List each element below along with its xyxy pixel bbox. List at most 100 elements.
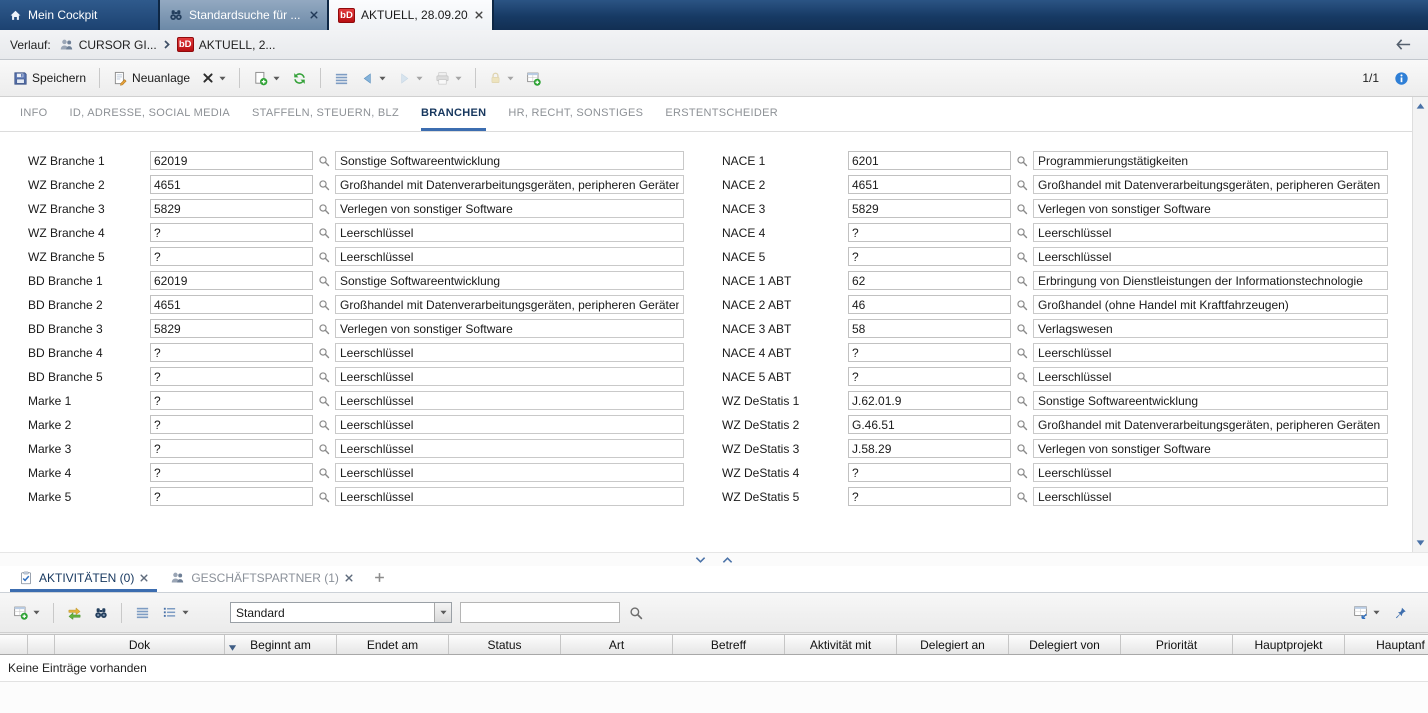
lookup-icon[interactable] bbox=[1015, 443, 1029, 455]
lookup-icon[interactable] bbox=[317, 227, 331, 239]
field-code-input[interactable] bbox=[150, 199, 313, 218]
field-description-input[interactable] bbox=[1033, 415, 1388, 434]
field-code-input[interactable] bbox=[150, 367, 313, 386]
field-description-input[interactable] bbox=[1033, 295, 1388, 314]
history-item-aktuell-2[interactable]: bDAKTUELL, 2... bbox=[177, 37, 276, 52]
field-code-input[interactable] bbox=[150, 391, 313, 410]
lookup-icon[interactable] bbox=[317, 203, 331, 215]
lookup-icon[interactable] bbox=[317, 179, 331, 191]
grid-column-endet-am[interactable]: Endet am bbox=[337, 635, 449, 654]
search-button[interactable] bbox=[624, 602, 648, 624]
info-button[interactable] bbox=[1389, 67, 1414, 90]
field-code-input[interactable] bbox=[848, 247, 1011, 266]
grid-column-hauptprojekt[interactable]: Hauptprojekt bbox=[1233, 635, 1345, 654]
field-description-input[interactable] bbox=[1033, 391, 1388, 410]
field-description-input[interactable] bbox=[1033, 199, 1388, 218]
grid-column-aktivit-t-mit[interactable]: Aktivität mit bbox=[785, 635, 897, 654]
lookup-icon[interactable] bbox=[1015, 395, 1029, 407]
field-description-input[interactable] bbox=[1033, 151, 1388, 170]
lookup-icon[interactable] bbox=[1015, 299, 1029, 311]
form-tab-info[interactable]: INFO bbox=[20, 97, 47, 131]
lookup-icon[interactable] bbox=[317, 299, 331, 311]
field-code-input[interactable] bbox=[848, 319, 1011, 338]
form-tab-hr-recht-sonstiges[interactable]: HR, RECHT, SONSTIGES bbox=[508, 97, 643, 131]
field-code-input[interactable] bbox=[150, 175, 313, 194]
navigate-forward-button[interactable] bbox=[393, 68, 428, 89]
field-code-input[interactable] bbox=[848, 343, 1011, 362]
field-code-input[interactable] bbox=[150, 439, 313, 458]
new-entry-button[interactable]: Neuanlage bbox=[108, 67, 195, 90]
scroll-up-button[interactable] bbox=[1413, 99, 1428, 113]
scroll-down-button[interactable] bbox=[1413, 536, 1428, 550]
field-description-input[interactable] bbox=[335, 343, 684, 362]
lookup-icon[interactable] bbox=[1015, 371, 1029, 383]
field-code-input[interactable] bbox=[848, 415, 1011, 434]
list-view-button[interactable] bbox=[130, 601, 155, 624]
lookup-icon[interactable] bbox=[317, 155, 331, 167]
tab-close-icon[interactable] bbox=[475, 11, 483, 19]
field-description-input[interactable] bbox=[1033, 271, 1388, 290]
history-item-cursor-gi[interactable]: CURSOR GI... bbox=[59, 38, 157, 52]
lookup-icon[interactable] bbox=[317, 275, 331, 287]
panel-splitter[interactable] bbox=[0, 552, 1428, 566]
field-code-input[interactable] bbox=[150, 247, 313, 266]
grid-column-status[interactable]: Status bbox=[449, 635, 561, 654]
field-code-input[interactable] bbox=[848, 271, 1011, 290]
window-tab-aktuell-28-09-20[interactable]: bDAKTUELL, 28.09.20... bbox=[329, 0, 494, 30]
lookup-icon[interactable] bbox=[317, 347, 331, 359]
new-record-button[interactable] bbox=[248, 67, 285, 90]
bottom-tab-gesch-ftspartner-1[interactable]: GESCHÄFTSPARTNER (1) bbox=[161, 566, 362, 592]
field-description-input[interactable] bbox=[1033, 439, 1388, 458]
field-description-input[interactable] bbox=[1033, 487, 1388, 506]
field-code-input[interactable] bbox=[150, 415, 313, 434]
field-description-input[interactable] bbox=[335, 271, 684, 290]
vertical-scrollbar[interactable] bbox=[1412, 97, 1428, 552]
history-back-button[interactable] bbox=[1389, 35, 1418, 54]
pin-panel-button[interactable] bbox=[1389, 602, 1412, 624]
field-description-input[interactable] bbox=[1033, 319, 1388, 338]
field-code-input[interactable] bbox=[150, 223, 313, 242]
lookup-icon[interactable] bbox=[317, 371, 331, 383]
field-description-input[interactable] bbox=[335, 223, 684, 242]
lookup-icon[interactable] bbox=[1015, 203, 1029, 215]
collapse-panel-button[interactable] bbox=[695, 556, 706, 564]
field-description-input[interactable] bbox=[1033, 463, 1388, 482]
list-settings-button[interactable] bbox=[157, 601, 194, 624]
field-description-input[interactable] bbox=[335, 367, 684, 386]
form-tab-staffeln-steuern-blz[interactable]: STAFFELN, STEUERN, BLZ bbox=[252, 97, 399, 131]
view-select-dropdown-button[interactable] bbox=[434, 603, 451, 622]
field-description-input[interactable] bbox=[1033, 175, 1388, 194]
field-code-input[interactable] bbox=[150, 463, 313, 482]
field-description-input[interactable] bbox=[335, 439, 684, 458]
transfer-button[interactable] bbox=[62, 601, 87, 624]
field-code-input[interactable] bbox=[150, 487, 313, 506]
field-code-input[interactable] bbox=[848, 463, 1011, 482]
field-code-input[interactable] bbox=[848, 151, 1011, 170]
lock-button[interactable] bbox=[484, 67, 519, 89]
tab-close-icon[interactable] bbox=[310, 11, 318, 19]
field-code-input[interactable] bbox=[848, 199, 1011, 218]
lookup-icon[interactable] bbox=[317, 419, 331, 431]
field-description-input[interactable] bbox=[335, 175, 684, 194]
lookup-icon[interactable] bbox=[1015, 347, 1029, 359]
grid-column-delegiert-von[interactable]: Delegiert von bbox=[1009, 635, 1121, 654]
field-description-input[interactable] bbox=[335, 151, 684, 170]
print-button[interactable] bbox=[430, 67, 467, 90]
table-options-button[interactable] bbox=[1348, 601, 1385, 624]
grid-column-hauptanf[interactable]: Hauptanf bbox=[1345, 635, 1428, 654]
lookup-icon[interactable] bbox=[317, 443, 331, 455]
field-code-input[interactable] bbox=[150, 295, 313, 314]
tab-close-icon[interactable] bbox=[345, 574, 353, 582]
window-tab-standardsuche-f-r[interactable]: Standardsuche für ... bbox=[160, 0, 329, 30]
grid-column-delegiert-an[interactable]: Delegiert an bbox=[897, 635, 1009, 654]
field-code-input[interactable] bbox=[150, 319, 313, 338]
field-description-input[interactable] bbox=[335, 199, 684, 218]
field-description-input[interactable] bbox=[335, 487, 684, 506]
field-code-input[interactable] bbox=[848, 391, 1011, 410]
grid-column-icon-0[interactable] bbox=[0, 635, 28, 654]
lookup-icon[interactable] bbox=[1015, 467, 1029, 479]
grid-column-betreff[interactable]: Betreff bbox=[673, 635, 785, 654]
refresh-button[interactable] bbox=[287, 67, 312, 90]
delete-button[interactable] bbox=[197, 68, 231, 88]
form-tab-erstentscheider[interactable]: ERSTENTSCHEIDER bbox=[665, 97, 778, 131]
